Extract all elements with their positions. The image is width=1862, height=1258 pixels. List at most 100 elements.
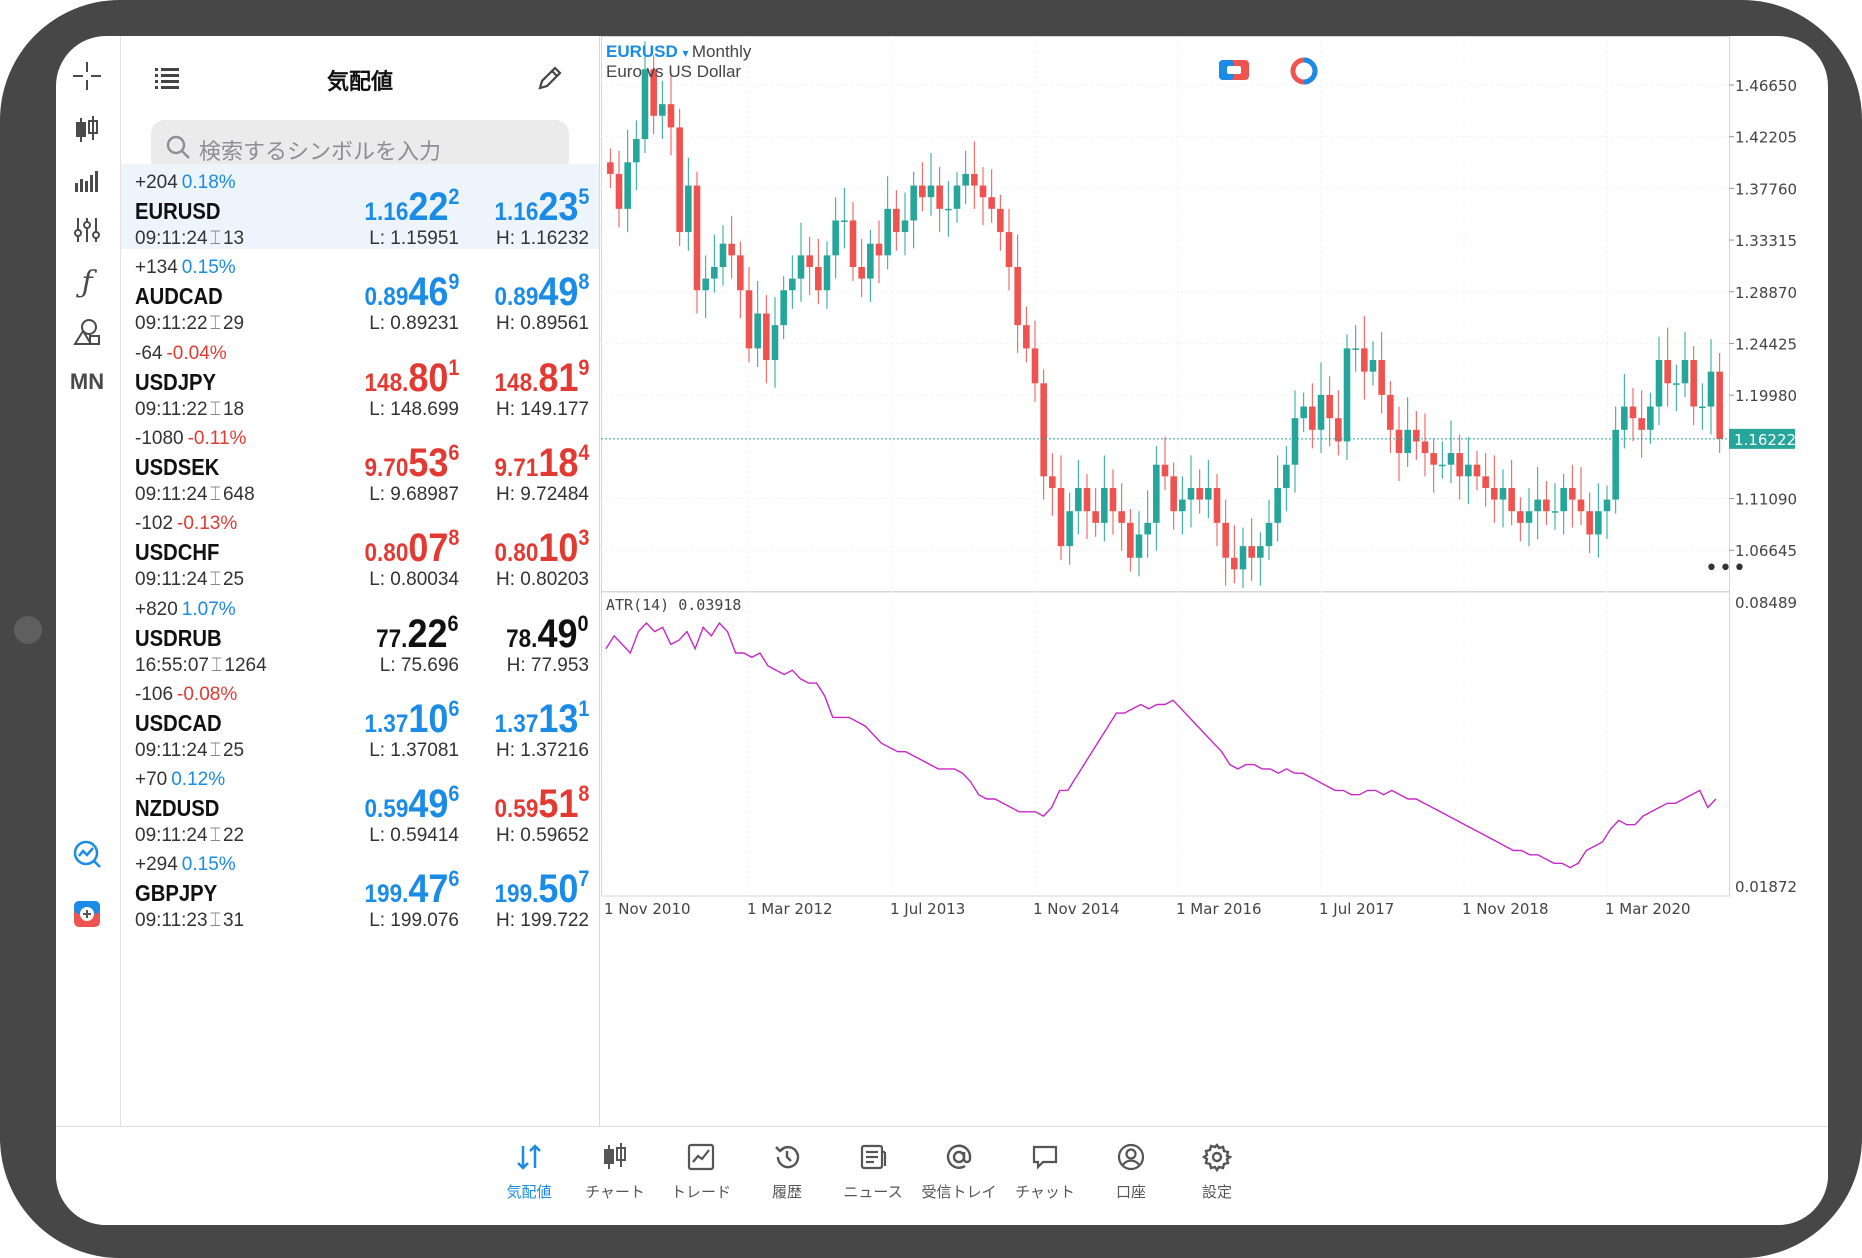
- bar-chart-icon[interactable]: [67, 160, 107, 200]
- quote-symbol: USDRUB: [135, 624, 222, 651]
- tab-mailbox[interactable]: 受信トレイ: [909, 1139, 1009, 1202]
- news-icon: [823, 1139, 923, 1175]
- ask-price-prefix: 9.71: [494, 453, 538, 482]
- candle-body: [624, 162, 631, 209]
- quote-row[interactable]: -106 -0.08% USDCAD 09:11:24 ⌶ 25 1.37106 1.3713…: [121, 676, 599, 761]
- bid-price: 0.89469: [364, 269, 459, 315]
- spread-icon: ⌶: [209, 228, 221, 249]
- tab-chart[interactable]: チャート: [565, 1139, 665, 1202]
- candle-body: [1075, 487, 1082, 512]
- price-tick-label: 1.42205: [1735, 129, 1797, 147]
- search-icon: [165, 134, 191, 164]
- quote-change-points: +134: [135, 257, 178, 279]
- one-click-buy-sell-button[interactable]: [1219, 58, 1249, 86]
- quote-time: 09:11:24 ⌶ 648: [135, 484, 255, 506]
- bid-price-pip: 2: [447, 184, 459, 209]
- candle-body: [711, 266, 718, 279]
- one-click-trading-icon[interactable]: [67, 894, 107, 934]
- candle-body: [815, 266, 822, 291]
- quote-time: 09:11:24 ⌶ 13: [135, 228, 244, 250]
- quote-row[interactable]: -1080 -0.11% USDSEK 09:11:24 ⌶ 648 9.70536 9.71…: [121, 420, 599, 505]
- candle-body: [615, 173, 623, 209]
- candle-body: [1621, 406, 1628, 430]
- chart-description: Euro vs US Dollar: [606, 62, 742, 81]
- candle-body: [685, 185, 692, 233]
- quote-row[interactable]: -64 -0.04% USDJPY 09:11:22 ⌶ 18 148.801 148.819…: [121, 335, 599, 420]
- candle-body: [1317, 394, 1325, 430]
- quote-row[interactable]: +70 0.12% NZDUSD 09:11:24 ⌶ 22 0.59496 0.59518 L…: [121, 761, 599, 846]
- tab-label: 口座: [1115, 1183, 1146, 1201]
- quote-row[interactable]: +204 0.18% EURUSD 09:11:24 ⌶ 13 1.16222 1.16235…: [121, 164, 599, 249]
- ask-price-prefix: 78.: [506, 624, 538, 653]
- tab-label: 設定: [1201, 1183, 1232, 1201]
- bid-price-prefix: 199.: [364, 880, 408, 909]
- timeframe-button[interactable]: MN: [67, 362, 107, 402]
- chart-area[interactable]: 1.46650 1.42205 1.37760 1.33315 1.28870 1.244…: [601, 36, 1828, 1126]
- candle-body: [1569, 487, 1576, 500]
- chart-symbol[interactable]: EURUSD ▾ Monthly: [606, 42, 751, 62]
- more-icon[interactable]: •••: [1705, 556, 1747, 581]
- spread-icon: ⌶: [209, 313, 221, 335]
- quote-row[interactable]: +820 1.07% USDRUB 16:55:07 ⌶ 1264 77.226 78.490…: [121, 591, 599, 676]
- candle-body: [1144, 522, 1151, 535]
- bid-price: 9.70536: [364, 440, 459, 486]
- tab-news[interactable]: ニュース: [823, 1139, 923, 1202]
- ask-price-prefix: 1.37: [494, 709, 538, 738]
- ask-price-pip: 5: [577, 184, 589, 209]
- ask-price-prefix: 1.16: [494, 198, 538, 226]
- bid-price: 199.476: [364, 866, 459, 912]
- bid-price-big: 53: [407, 440, 448, 485]
- candle-body: [1222, 522, 1229, 558]
- candle-body: [1040, 383, 1047, 477]
- quote-change: +134 0.15%: [135, 257, 236, 279]
- trade-icon: [651, 1139, 751, 1175]
- low-price: L: 1.15951: [369, 228, 459, 249]
- crosshair-icon[interactable]: [67, 56, 107, 96]
- quote-spread: 1264: [224, 654, 267, 676]
- tab-chat[interactable]: チャット: [995, 1139, 1095, 1202]
- candle-body: [1274, 487, 1281, 523]
- edit-icon[interactable]: [536, 64, 564, 96]
- price-tick-label: 1.11090: [1735, 491, 1797, 509]
- tab-quotes[interactable]: 気配値: [479, 1139, 579, 1202]
- low-price: L: 0.59414: [369, 825, 459, 847]
- candle-body: [1525, 511, 1533, 523]
- quote-row[interactable]: +294 0.15% GBPJPY 09:11:23 ⌶ 31 199.476 199.507…: [121, 846, 599, 931]
- quote-change-percent: -0.04%: [166, 342, 227, 364]
- quote-change-points: +70: [135, 769, 168, 791]
- function-icon[interactable]: ƒ: [67, 262, 107, 302]
- quote-row[interactable]: +134 0.15% AUDCAD 09:11:22 ⌶ 29 0.89469 0.89498…: [121, 249, 599, 334]
- candle-body: [676, 127, 683, 233]
- candle-body: [1421, 441, 1429, 454]
- tab-trade[interactable]: トレード: [651, 1139, 751, 1202]
- quote-symbol: NZDUSD: [135, 795, 220, 822]
- quote-spread: 13: [222, 228, 245, 249]
- indicators-icon[interactable]: [67, 210, 107, 250]
- ask-price: 0.80103: [494, 525, 589, 571]
- tab-history[interactable]: 履歴: [737, 1139, 837, 1202]
- price-chart[interactable]: 1.46650 1.42205 1.37760 1.33315 1.28870 1.244…: [601, 36, 1828, 1126]
- depth-of-market-button[interactable]: [1289, 56, 1319, 90]
- objects-icon[interactable]: [67, 312, 107, 352]
- candle-body: [849, 220, 857, 267]
- trade-chart-icon[interactable]: [67, 834, 107, 874]
- app-screen: ƒ MN 気配値 検索するシンボルを入力 +204 0.18% EURUSD 0…: [56, 36, 1828, 1225]
- tab-accounts[interactable]: 口座: [1081, 1139, 1181, 1202]
- high-price: H: 199.722: [496, 910, 589, 932]
- candle-body: [1707, 371, 1715, 407]
- ask-price-pip: 8: [577, 269, 589, 295]
- tab-settings[interactable]: 設定: [1167, 1139, 1267, 1202]
- candle-body: [1023, 325, 1030, 349]
- quote-spread: 25: [222, 569, 245, 591]
- candle-body: [659, 104, 666, 116]
- candle-body: [797, 255, 805, 279]
- quotes-icon: [479, 1139, 579, 1175]
- candlestick-icon[interactable]: [67, 110, 107, 150]
- quote-change-points: -1080: [135, 427, 184, 449]
- quote-row[interactable]: -102 -0.13% USDCHF 09:11:24 ⌶ 25 0.80078 0.8010…: [121, 505, 599, 590]
- quote-change-percent: 0.12%: [171, 769, 226, 791]
- quote-change-points: +820: [135, 598, 178, 620]
- ask-price-pip: 9: [577, 354, 589, 380]
- ask-price-pip: 3: [577, 525, 589, 551]
- candle-body: [1395, 429, 1403, 454]
